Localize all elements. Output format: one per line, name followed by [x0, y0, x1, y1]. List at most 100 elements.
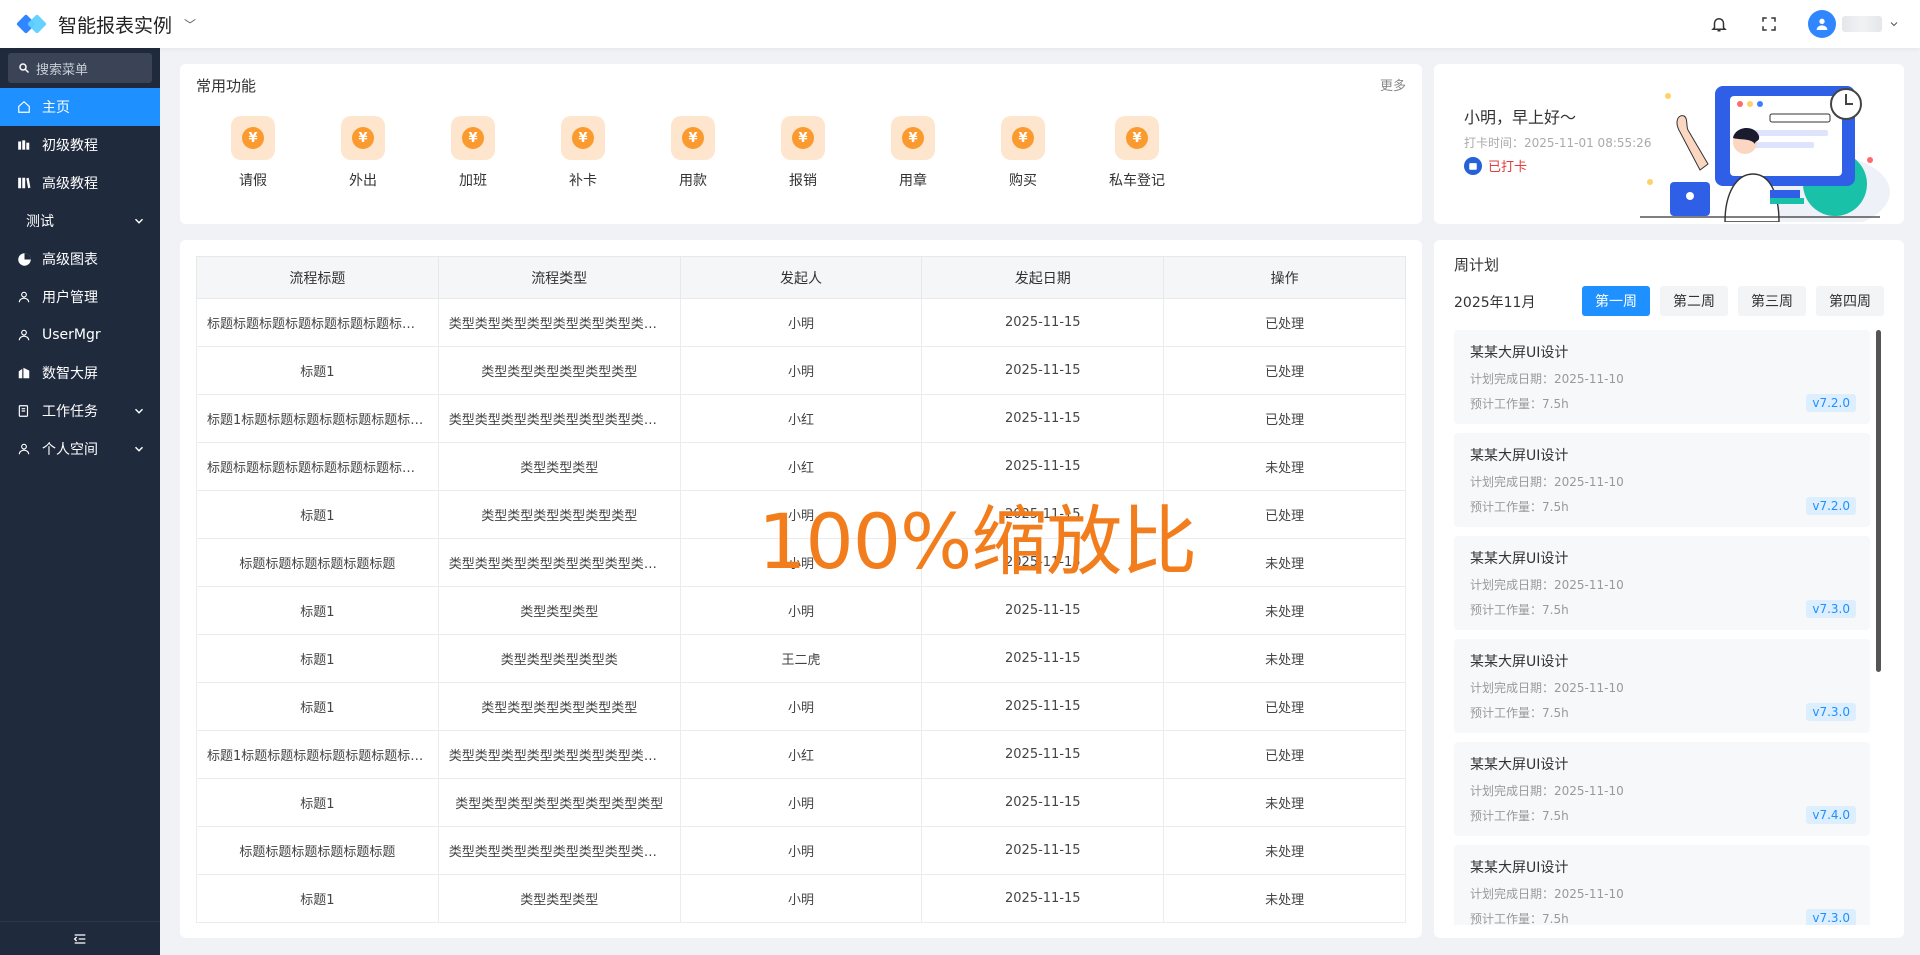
- table-row[interactable]: 标题1 类型类型类型类型类型类型 小明 2025-11-15 已处理: [196, 490, 1406, 539]
- cell-title: 标题标题标题标题标题标题标题标题标题标题: [196, 298, 439, 347]
- cell-action[interactable]: 已处理: [1163, 346, 1406, 395]
- quick-function-label: 请假: [239, 173, 267, 189]
- yen-coin-icon: ¥: [451, 116, 495, 160]
- table-row[interactable]: 标题标题标题标题标题标题类型类型类型类型类型类型类型类型类型类型小明2025-1…: [196, 826, 1406, 875]
- yen-symbol: ¥: [902, 127, 924, 149]
- table-row[interactable]: 标题1标题标题标题标题标题标题标题标题标题类型类型类型类型类型类型类型类型类型类…: [196, 394, 1406, 443]
- table-row[interactable]: 标题1 类型类型类型类型类型类型类型类型 小明 2025-11-15 未处理: [196, 778, 1406, 827]
- cell-type: 类型类型类型类型类型类型: [437, 682, 681, 731]
- menu-search-input[interactable]: 搜索菜单: [8, 53, 152, 83]
- plan-item-title: 某某大屏UI设计: [1470, 345, 1569, 361]
- user-menu[interactable]: [1808, 10, 1900, 38]
- table-row[interactable]: 标题1 类型类型类型 小明 2025-11-15 未处理: [196, 586, 1406, 635]
- plan-item[interactable]: 某某大屏UI设计 计划完成日期：2025-11-10 预计工作量：7.5h v7.2.…: [1454, 433, 1870, 527]
- yen-symbol: ¥: [682, 127, 704, 149]
- quick-functions-title: 常用功能: [196, 77, 257, 95]
- quick-function-item[interactable]: ¥ 外出: [318, 116, 408, 190]
- sidebar-item-label: 测试: [26, 214, 54, 230]
- tab-week-3[interactable]: 第三周: [1738, 286, 1806, 316]
- column-header[interactable]: 流程标题: [196, 256, 439, 299]
- quick-function-item[interactable]: ¥ 用款: [648, 116, 738, 190]
- greeting-card: 小明，早上好～ 打卡时间：2025-11-01 08:55:26 已打卡: [1434, 64, 1904, 224]
- cell-action[interactable]: 已处理: [1163, 298, 1406, 347]
- cell-type: 类型类型类型: [437, 442, 681, 491]
- plan-item[interactable]: 某某大屏UI设计 计划完成日期：2025-11-10 预计工作量：7.5h v7.2.…: [1454, 330, 1870, 424]
- tab-week-2[interactable]: 第二周: [1660, 286, 1728, 316]
- process-table-card: 流程标题 流程类型 发起人 发起日期 操作 标题标题标题标题标题标题标题标题标题…: [180, 240, 1422, 938]
- table-row[interactable]: 标题1 类型类型类型类型类型类型 小明 2025-11-15 已处理: [196, 346, 1406, 395]
- week-tabs: 第一周 第二周 第三周 第四周: [1582, 286, 1884, 316]
- plan-item[interactable]: 某某大屏UI设计 计划完成日期：2025-11-10 预计工作量：7.5h v7.3.…: [1454, 536, 1870, 630]
- cell-type: 类型类型类型类型类型类型类型类型类型类型: [437, 730, 681, 779]
- plan-item[interactable]: 某某大屏UI设计 计划完成日期：2025-11-10 预计工作量：7.5h v7.4.…: [1454, 742, 1870, 836]
- quick-function-item[interactable]: ¥ 私车登记: [1092, 116, 1182, 190]
- cell-action[interactable]: 已处理: [1163, 490, 1406, 539]
- chevron-down-icon[interactable]: [1888, 18, 1900, 30]
- column-header[interactable]: 操作: [1163, 256, 1406, 299]
- sidebar-item-user-management[interactable]: 用户管理: [0, 278, 160, 316]
- sidebar-item-home[interactable]: 主页: [0, 88, 160, 126]
- quick-function-item[interactable]: ¥ 请假: [208, 116, 298, 190]
- yen-symbol: ¥: [352, 127, 374, 149]
- cell-action[interactable]: 已处理: [1163, 730, 1406, 779]
- collapse-icon: [73, 933, 86, 944]
- bell-icon[interactable]: [1708, 13, 1730, 35]
- more-link[interactable]: 更多: [1380, 75, 1406, 94]
- cell-action[interactable]: 未处理: [1163, 634, 1406, 683]
- cell-action[interactable]: 未处理: [1163, 826, 1406, 875]
- plan-item[interactable]: 某某大屏UI设计 计划完成日期：2025-11-10 预计工作量：7.5h v7.3.…: [1454, 639, 1870, 733]
- table-row[interactable]: 标题1 类型类型类型类型类 王二虎 2025-11-15 未处理: [196, 634, 1406, 683]
- version-badge: v7.4.0: [1806, 806, 1856, 824]
- table-row[interactable]: 标题标题标题标题标题标题类型类型类型类型类型类型类型类型类型类型小明2025-1…: [196, 538, 1406, 587]
- column-header[interactable]: 流程类型: [437, 256, 681, 299]
- cell-action[interactable]: 未处理: [1163, 778, 1406, 827]
- sidebar-item-advanced-tutorial[interactable]: 高级教程: [0, 164, 160, 202]
- table-row[interactable]: 标题1标题标题标题标题标题标题标题标题标题类型类型类型类型类型类型类型类型类型类…: [196, 730, 1406, 779]
- user-icon: [16, 289, 32, 305]
- column-header[interactable]: 发起人: [679, 256, 923, 299]
- sidebar-item-advanced-charts[interactable]: 高级图表: [0, 240, 160, 278]
- sidebar-item-data-screen[interactable]: 数智大屏: [0, 354, 160, 392]
- sidebar-item-label: 初级教程: [42, 138, 98, 154]
- cell-type: 类型类型类型类型类: [437, 634, 681, 683]
- cell-action[interactable]: 未处理: [1163, 586, 1406, 635]
- collapse-sidebar-button[interactable]: [0, 921, 160, 955]
- sidebar-item-basic-tutorial[interactable]: 初级教程: [0, 126, 160, 164]
- table-row[interactable]: 标题标题标题标题标题标题标题标题标题 类型类型类型 小红 2025-11-15 未处理: [196, 442, 1406, 491]
- quick-function-item[interactable]: ¥ 购买: [978, 116, 1068, 190]
- cell-action[interactable]: 未处理: [1163, 442, 1406, 491]
- table-row[interactable]: 标题标题标题标题标题标题标题标题标题标题类型类型类型类型类型类型类型类型类型类型…: [196, 298, 1406, 347]
- chevron-down-icon[interactable]: ﹀: [184, 16, 196, 33]
- plan-scrollbar[interactable]: [1876, 330, 1881, 672]
- tab-week-1[interactable]: 第一周: [1582, 286, 1650, 316]
- chart-icon: [16, 251, 32, 267]
- brand[interactable]: 智能报表实例 ﹀: [16, 11, 196, 38]
- cell-action[interactable]: 已处理: [1163, 394, 1406, 443]
- sidebar-item-work-tasks[interactable]: 工作任务: [0, 392, 160, 430]
- quick-function-item[interactable]: ¥ 补卡: [538, 116, 628, 190]
- sidebar-item-label: 主页: [42, 100, 70, 116]
- user-avatar-icon: [1808, 10, 1836, 38]
- plan-item-hours: 预计工作量：7.5h: [1470, 603, 1569, 617]
- sidebar-item-personal-space[interactable]: 个人空间: [0, 430, 160, 468]
- quick-function-label: 外出: [349, 173, 377, 189]
- column-header[interactable]: 发起日期: [921, 256, 1165, 299]
- cell-initiator: 小红: [679, 442, 923, 491]
- quick-function-item[interactable]: ¥ 加班: [428, 116, 518, 190]
- tab-week-4[interactable]: 第四周: [1816, 286, 1884, 316]
- fullscreen-icon[interactable]: [1758, 13, 1780, 35]
- cell-action[interactable]: 已处理: [1163, 682, 1406, 731]
- search-icon: [19, 63, 30, 74]
- sidebar-item-test[interactable]: 测试: [0, 202, 160, 240]
- table-row[interactable]: 标题1 类型类型类型 小明 2025-11-15 未处理: [196, 874, 1406, 923]
- sidebar-item-usermgr[interactable]: UserMgr: [0, 316, 160, 354]
- table-row[interactable]: 标题1 类型类型类型类型类型类型 小明 2025-11-15 已处理: [196, 682, 1406, 731]
- cell-action[interactable]: 未处理: [1163, 874, 1406, 923]
- cell-action[interactable]: 未处理: [1163, 538, 1406, 587]
- quick-function-item[interactable]: ¥ 用章: [868, 116, 958, 190]
- plan-item[interactable]: 某某大屏UI设计 计划完成日期：2025-11-10 预计工作量：7.5h v7.3.…: [1454, 845, 1870, 925]
- plan-item-hours: 预计工作量：7.5h: [1470, 912, 1569, 925]
- plan-month: 2025年11月: [1454, 295, 1536, 311]
- plan-item-hours: 预计工作量：7.5h: [1470, 706, 1569, 720]
- quick-function-item[interactable]: ¥ 报销: [758, 116, 848, 190]
